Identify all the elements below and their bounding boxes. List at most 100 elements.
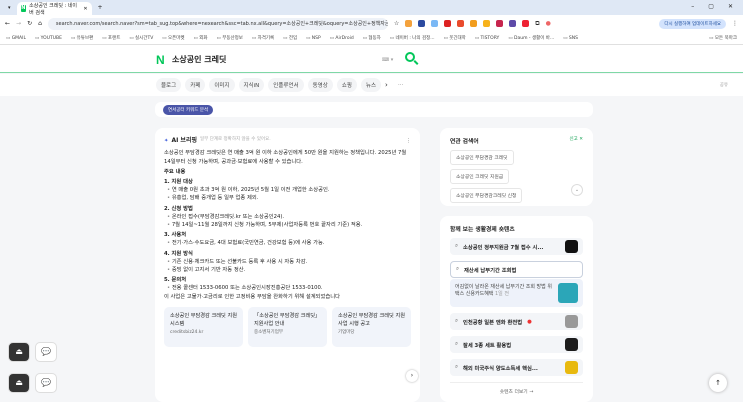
keyword-chip[interactable]: 연서공터 키워드 분석: [163, 105, 214, 115]
chat-icon[interactable]: 💬: [35, 373, 57, 393]
bookmark[interactable]: 오픈마켓: [162, 35, 185, 41]
report-close[interactable]: 신고 ✕: [570, 136, 583, 142]
bookmark[interactable]: 부동산정보: [217, 35, 243, 41]
scroll-top-button[interactable]: ↑: [709, 374, 727, 392]
extension-icon[interactable]: [431, 20, 439, 27]
tab-influencer[interactable]: 인플루언서: [268, 78, 304, 92]
bookmark[interactable]: 포랜트: [102, 35, 120, 41]
extension-icon[interactable]: [483, 20, 491, 27]
source-card[interactable]: 소상공인 부담경감 크레딧 지원사업 시행 공고 기업마당: [332, 306, 411, 347]
bookmark[interactable]: 모든 북마크: [709, 35, 737, 41]
related-title: 연관 검색어: [450, 139, 479, 145]
browser-tab[interactable]: N 소상공인 크레딧 : 네이버 검색 ✕: [16, 2, 92, 16]
section-title: 1. 지원 대상: [164, 178, 193, 185]
bookmark[interactable]: 자격기록: [252, 35, 275, 41]
eject-icon[interactable]: ⏏: [8, 342, 30, 362]
related-item[interactable]: 소상공인 부담경감크레딧 신청: [450, 188, 523, 203]
keyboard-icon[interactable]: ⌨ ▾: [382, 57, 393, 63]
tab-bar: ▾ N 소상공인 크레딧 : 네이버 검색 ✕ + – ▢ ✕: [0, 0, 743, 16]
tab-cafe[interactable]: 카페: [185, 78, 206, 92]
url-input[interactable]: search.naver.com/search.naver?sm=tab_sug…: [47, 17, 388, 30]
more-trends-link[interactable]: 숏텐츠 더보기 →: [450, 382, 583, 395]
share-button[interactable]: 공유: [720, 82, 728, 88]
menu-icon[interactable]: ⋮: [732, 20, 738, 27]
chevron-right-icon[interactable]: ›: [385, 81, 388, 89]
minimize-icon[interactable]: –: [691, 3, 694, 10]
bookmark[interactable]: YOUTUBE: [35, 36, 62, 41]
trend-label: 잘세 3종 세트 활용법: [462, 342, 512, 349]
more-options-icon[interactable]: ⋮: [406, 137, 411, 145]
extension-icon[interactable]: [496, 20, 504, 27]
list-item: 기존 신용·체크카드 또는 선불카드 등록 후 사용 시 자동 차감.: [164, 258, 411, 266]
eject-icon[interactable]: ⏏: [8, 373, 30, 393]
extensions-puzzle-icon[interactable]: ⧉: [535, 20, 539, 28]
trend-item[interactable]: ⌕ 재산세 납부기간 조회법: [450, 261, 583, 278]
bookmark[interactable]: 협동자: [363, 35, 380, 41]
bookmark[interactable]: GMAIL: [6, 36, 26, 41]
extension-icon[interactable]: [444, 20, 452, 27]
bookmark[interactable]: NSP: [306, 36, 321, 41]
expand-icon[interactable]: ⌄: [571, 184, 583, 196]
trend-item[interactable]: ⌕ 해외 미국주식 양도소득세 핵심...: [450, 359, 583, 376]
bookmark[interactable]: 웃긴대학: [444, 35, 466, 41]
forward-icon[interactable]: →: [16, 20, 21, 27]
bookmark[interactable]: 유튜브편: [71, 35, 94, 41]
bookmark[interactable]: 네이버 : 나의 검정...: [390, 35, 434, 41]
more-icon[interactable]: ···: [398, 82, 404, 89]
maximize-icon[interactable]: ▢: [708, 3, 714, 10]
extension-icon[interactable]: [405, 20, 413, 27]
trend-item[interactable]: ⌕ 소상공인 정부지원금 7월 접수 시...: [450, 238, 583, 255]
tab-video[interactable]: 동영상: [307, 78, 333, 92]
thumbnail: [565, 315, 578, 328]
naver-logo[interactable]: N: [156, 53, 165, 67]
section-title: 2. 신청 방법: [164, 205, 193, 212]
bookmark[interactable]: Daum - 생활이 바...: [508, 35, 554, 41]
chat-icon[interactable]: 💬: [35, 342, 57, 362]
bookmark-star-icon[interactable]: ☆: [394, 20, 399, 27]
next-card-button[interactable]: ›: [406, 370, 418, 382]
bookmark[interactable]: TISTORY: [475, 36, 500, 41]
related-item[interactable]: 소상공인 크레딧 지원금: [450, 169, 510, 184]
tab-blog[interactable]: 블로그: [156, 78, 182, 92]
search-input[interactable]: 소상공인 크레딧: [172, 54, 226, 65]
update-button[interactable]: 다시 실행하여 업데이트하세요: [659, 18, 726, 29]
extension-icon[interactable]: [509, 20, 517, 27]
list-item: 전용 콜센터 1533-0600 또는 소상공인시장진흥공단 1533-0100…: [164, 284, 411, 292]
new-tab-button[interactable]: +: [98, 4, 103, 11]
list-item: 7월 14일~11월 28일까지 신청 가능하며, 5부제(사업자등록 번호 끝…: [164, 221, 411, 229]
trend-item[interactable]: ⌕ 잘세 3종 세트 활용법: [450, 336, 583, 353]
extension-icon[interactable]: [418, 20, 426, 27]
source-title: 소상공인 부담경감 크레딧 지원시스템: [170, 312, 237, 327]
ai-subtitle: 일부 단계로 정확하지 않을 수 있어요.: [199, 137, 271, 143]
tab-search-icon[interactable]: ▾: [8, 5, 11, 11]
extension-icon[interactable]: [457, 20, 465, 27]
close-window-icon[interactable]: ✕: [728, 3, 733, 10]
extension-icon[interactable]: [522, 20, 530, 27]
source-title: 「소상공인 부담경감 크레딧」 지원사업 안내: [254, 312, 321, 327]
section-title: 5. 문의처: [164, 277, 187, 284]
source-card[interactable]: 소상공인 부담경감 크레딧 지원시스템 creditsbiz24.kr: [164, 306, 243, 347]
close-icon[interactable]: ✕: [83, 6, 87, 12]
source-card[interactable]: 「소상공인 부담경감 크레딧」 지원사업 안내 중소벤처기업부: [248, 306, 327, 347]
source-title: 소상공인 부담경감 크레딧 지원사업 시행 공고: [338, 312, 405, 327]
profile-icon[interactable]: ●: [546, 20, 551, 27]
extension-icon[interactable]: [470, 20, 478, 27]
search-icon[interactable]: [405, 52, 415, 62]
back-icon[interactable]: ←: [5, 20, 10, 27]
bookmark[interactable]: 외화: [194, 35, 207, 41]
ai-title: AI 브리핑: [171, 137, 197, 144]
tab-news[interactable]: 뉴스: [360, 78, 382, 92]
bookmark[interactable]: 전입: [283, 35, 297, 41]
tab-image[interactable]: 이미지: [209, 78, 235, 92]
trend-preview[interactable]: 어김없이 날라온 재산세 납부기간 조회 방법 위택스 신용카드혜택 1일 전: [450, 279, 583, 307]
bookmark[interactable]: SNS: [563, 36, 578, 41]
bookmark[interactable]: 실시간TV: [129, 35, 153, 41]
tab-kin[interactable]: 지식iN: [238, 78, 265, 92]
trend-item[interactable]: ⌕ 인천공항 일본 엔화 환전법 ●: [450, 313, 583, 330]
tab-shopping[interactable]: 쇼핑: [336, 78, 357, 92]
reload-icon[interactable]: ↻: [27, 20, 32, 27]
related-item[interactable]: 소상공인 부담경감 크레딧: [450, 150, 514, 165]
home-icon[interactable]: ⌂: [38, 20, 42, 27]
bookmark[interactable]: AirDroid: [330, 36, 353, 41]
address-bar: ← → ↻ ⌂ search.naver.com/search.naver?sm=ta…: [0, 15, 743, 32]
